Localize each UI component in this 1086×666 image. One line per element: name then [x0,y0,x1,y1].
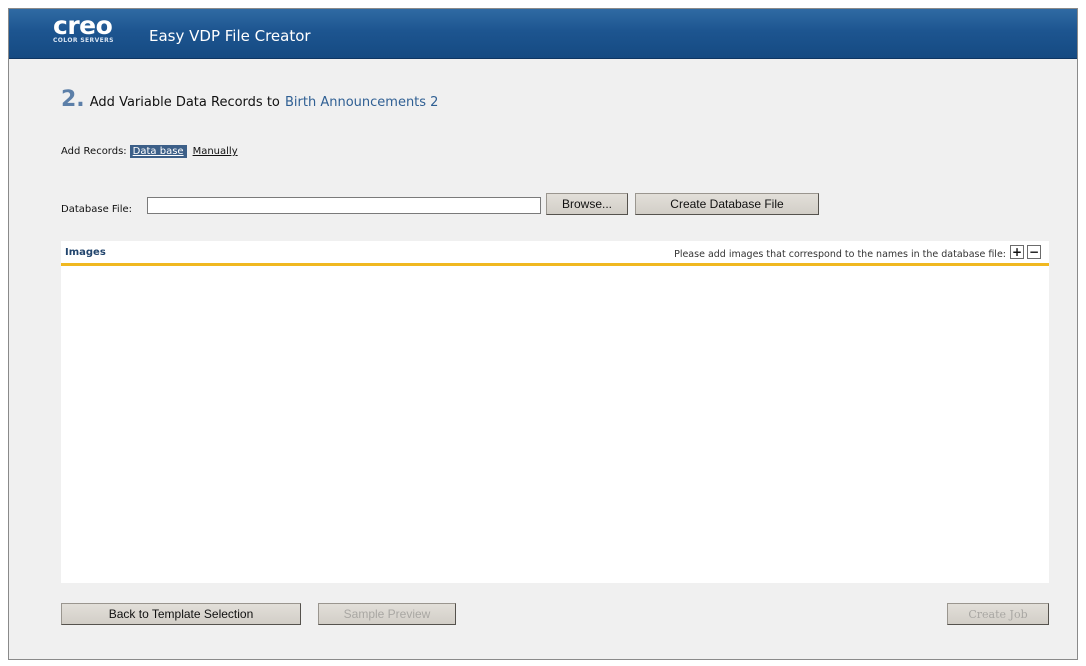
sample-preview-button[interactable]: Sample Preview [318,603,456,625]
add-image-button[interactable]: + [1010,245,1024,259]
database-file-input[interactable] [147,197,541,214]
logo-subtext: COLOR SERVERS [53,37,114,44]
create-job-button[interactable]: Create Job [947,603,1049,625]
images-panel-header: Images Please add images that correspond… [61,241,1049,266]
step-number: 2. [61,87,85,112]
logo-text: creo [53,11,113,40]
images-title: Images [65,247,106,258]
tab-database[interactable]: Data base [129,145,187,158]
add-records-label: Add Records: [61,146,127,157]
creo-logo: creo COLOR SERVERS [53,11,114,45]
app-title: Easy VDP File Creator [149,27,311,45]
app-window: creo COLOR SERVERS Easy VDP File Creator… [8,8,1078,660]
remove-image-button[interactable]: − [1027,245,1041,259]
browse-button[interactable]: Browse... [546,193,628,215]
create-database-file-button[interactable]: Create Database File [635,193,819,215]
images-panel: Images Please add images that correspond… [61,241,1049,583]
tab-manually[interactable]: Manually [190,145,241,158]
page-heading: 2. Add Variable Data Records to Birth An… [61,87,438,112]
step-title: Add Variable Data Records to [89,95,280,110]
images-list-area [61,266,1049,583]
add-records-row: Add Records: Data base Manually [61,145,241,158]
database-file-label: Database File: [61,204,132,215]
project-name: Birth Announcements 2 [284,95,439,110]
images-hint: Please add images that correspond to the… [674,249,1006,260]
back-to-template-selection-button[interactable]: Back to Template Selection [61,603,301,625]
app-header: creo COLOR SERVERS Easy VDP File Creator [9,9,1077,59]
